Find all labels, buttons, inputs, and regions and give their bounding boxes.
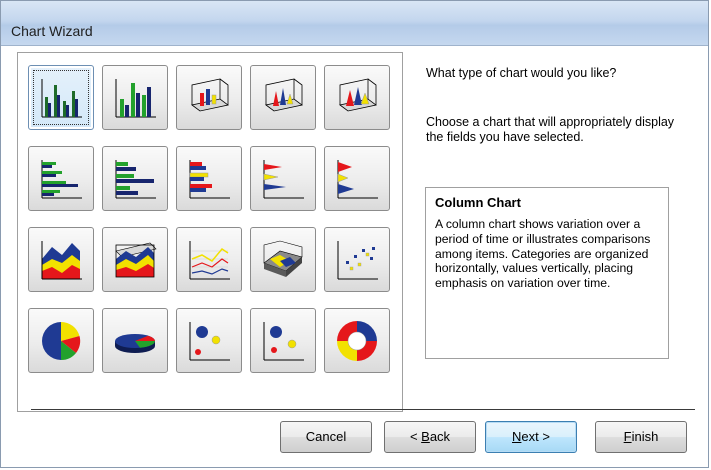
window-title: Chart Wizard	[11, 23, 93, 39]
back-button-prefix: <	[409, 429, 422, 444]
chart-tile-pie[interactable]	[28, 308, 94, 373]
column-chart-icon	[41, 79, 82, 118]
cancel-button[interactable]: Cancel	[280, 421, 372, 453]
finish-button-accelerator: F	[623, 429, 632, 444]
stacked-bar-chart-2-icon	[189, 160, 230, 199]
chart-tile-stacked-bar-2[interactable]	[176, 146, 242, 211]
next-button-label: ext >	[521, 429, 550, 444]
chart-tile-cone-bar[interactable]	[250, 146, 316, 211]
3d-area-chart-icon	[115, 242, 157, 278]
next-button-accelerator: N	[512, 429, 522, 444]
finish-button-label: inish	[631, 429, 659, 444]
dialog-body: What type of chart would you like? Choos…	[1, 46, 708, 467]
xy-scatter-chart-icon	[337, 241, 378, 280]
finish-button[interactable]: Finish	[595, 421, 687, 453]
chart-description-text: A column chart shows variation over a pe…	[435, 217, 651, 291]
title-bar[interactable]: Chart Wizard	[1, 1, 708, 46]
doughnut-chart-icon	[337, 321, 377, 361]
back-button-label: ack	[429, 429, 451, 444]
line-chart-icon	[189, 241, 230, 280]
button-separator	[31, 409, 695, 410]
chart-tile-doughnut[interactable]	[324, 308, 390, 373]
stacked-bar-chart-icon	[115, 160, 156, 199]
chart-tile-3d-area[interactable]	[102, 227, 168, 292]
cone-bar-chart-icon	[263, 160, 304, 199]
chart-type-instruction: Choose a chart that will appropriately d…	[426, 115, 675, 144]
stacked-column-chart-icon	[115, 79, 156, 118]
next-button[interactable]: Next >	[485, 421, 577, 453]
chart-tile-column[interactable]	[28, 65, 94, 130]
back-button[interactable]: < Back	[384, 421, 476, 453]
chart-tile-bubble-2[interactable]	[250, 308, 316, 373]
chart-description-title: Column Chart	[435, 195, 521, 210]
cancel-button-label: Cancel	[305, 429, 347, 444]
chart-tile-3d-pyramid[interactable]	[324, 65, 390, 130]
chart-tile-stacked-column[interactable]	[102, 65, 168, 130]
chart-tile-bar[interactable]	[28, 146, 94, 211]
pie-chart-icon	[42, 321, 81, 361]
chart-tile-xy-scatter[interactable]	[324, 227, 390, 292]
chart-tile-line[interactable]	[176, 227, 242, 292]
area-chart-icon	[41, 241, 82, 280]
bubble-chart-2-icon	[263, 322, 304, 361]
chart-wizard-dialog: Chart Wizard What type of chart would yo…	[0, 0, 709, 468]
bar-chart-icon	[41, 160, 82, 199]
bubble-chart-icon	[189, 322, 230, 361]
chart-tile-pyramid-bar[interactable]	[324, 146, 390, 211]
3d-pyramid-chart-icon	[339, 78, 377, 112]
chart-tile-area[interactable]	[28, 227, 94, 292]
3d-pie-chart-icon	[115, 334, 156, 353]
chart-tile-3d-surface[interactable]	[250, 227, 316, 292]
back-button-accelerator: B	[421, 429, 430, 444]
3d-cone-chart-icon	[265, 78, 303, 112]
3d-column-chart-icon	[191, 78, 229, 112]
chart-description-panel: Column Chart A column chart shows variat…	[425, 187, 669, 359]
chart-tile-3d-pie[interactable]	[102, 308, 168, 373]
chart-type-gallery	[17, 52, 403, 412]
pyramid-bar-chart-icon	[337, 160, 378, 199]
chart-tile-stacked-bar[interactable]	[102, 146, 168, 211]
chart-tile-3d-cone[interactable]	[250, 65, 316, 130]
chart-type-question: What type of chart would you like?	[426, 66, 617, 80]
chart-tile-3d-column[interactable]	[176, 65, 242, 130]
3d-surface-chart-icon	[263, 240, 303, 277]
chart-tile-bubble[interactable]	[176, 308, 242, 373]
